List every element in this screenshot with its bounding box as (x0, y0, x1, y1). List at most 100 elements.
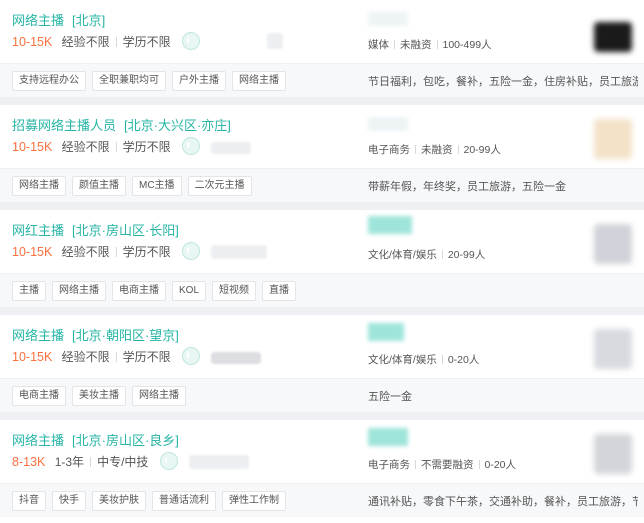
company-logo[interactable] (594, 22, 632, 52)
job-education: 学历不限 (122, 35, 171, 49)
job-requirements: 10-15K 经验不限 学历不限 (12, 32, 284, 50)
job-salary: 10-15K (12, 245, 53, 259)
job-tag: 二次元主播 (187, 176, 252, 196)
job-tag: 网络主播 (12, 176, 66, 196)
job-tag: MC主播 (132, 176, 182, 196)
job-education: 学历不限 (122, 350, 171, 364)
job-title-link[interactable]: 招募网络主播人员 [北京·大兴区·亦庄] (12, 115, 231, 134)
job-card-main[interactable]: 网络主播 [北京·房山区·良乡] 8-13K 1-3年 中专/中技 电子商务 不需要融… (0, 420, 644, 483)
company-logo[interactable] (594, 329, 632, 369)
job-tag: 主播 (12, 281, 46, 301)
job-tags: 网络主播 颜值主播 MC主播 二次元主播 (12, 175, 258, 196)
job-tags: 主播 网络主播 电商主播 KOL 短视频 直播 (12, 280, 302, 301)
job-title-link[interactable]: 网络主播 [北京] (12, 10, 105, 29)
company-size: 20-99人 (447, 249, 486, 261)
job-experience: 经验不限 (61, 35, 110, 49)
job-card-main[interactable]: 网红主播 [北京·房山区·长阳] 10-15K 经验不限 学历不限 文化/体育/娱乐… (0, 210, 644, 273)
job-title-link[interactable]: 网红主播 [北京·房山区·长阳] (12, 220, 179, 239)
job-tag: 户外主播 (172, 71, 226, 91)
recruiter-name (189, 455, 250, 469)
job-tag: 美妆主播 (72, 386, 126, 406)
company-info: 文化/体育/娱乐 20-99人 (368, 247, 485, 262)
job-tag: 全职兼职均可 (92, 71, 166, 91)
job-card-footer: 网络主播 颜值主播 MC主播 二次元主播 带薪年假，年终奖，员工旅游，五险一金 (0, 168, 644, 202)
divider (441, 355, 443, 364)
company-name[interactable] (368, 428, 408, 446)
job-card[interactable]: 招募网络主播人员 [北京·大兴区·亦庄] 10-15K 经验不限 学历不限 电子商务… (0, 105, 644, 202)
company-info: 文化/体育/娱乐 0-20人 (368, 352, 479, 367)
job-location: [北京·朝阳区·望京] (72, 328, 179, 343)
job-card-footer: 支持远程办公 全职兼职均可 户外主播 网络主播 节日福利，包吃，餐补，五险一金，住房补… (0, 63, 644, 97)
company-industry: 文化/体育/娱乐 (368, 354, 437, 366)
divider (115, 37, 117, 47)
company-industry: 电子商务 (368, 144, 410, 156)
company-welfare: 通讯补贴，零食下午茶，交通补助，餐补，员工旅游，节… (368, 496, 638, 508)
job-title[interactable]: 网红主播 (12, 223, 64, 238)
divider (478, 460, 480, 469)
chat-icon[interactable] (182, 137, 201, 155)
job-title[interactable]: 网络主播 (12, 433, 64, 448)
company-industry: 电子商务 (368, 459, 410, 471)
job-tag: 短视频 (212, 281, 257, 301)
job-experience: 经验不限 (61, 140, 110, 154)
job-location: [北京·房山区·良乡] (72, 433, 179, 448)
job-education: 中专/中技 (97, 455, 149, 469)
company-logo[interactable] (594, 119, 632, 159)
job-card[interactable]: 网络主播 [北京] 10-15K 经验不限 学历不限 媒体 未融资 100-499人 支… (0, 0, 644, 97)
company-name[interactable] (368, 12, 408, 26)
chat-icon[interactable] (182, 32, 201, 50)
company-size: 0-20人 (484, 459, 517, 471)
divider (415, 460, 416, 469)
job-title[interactable]: 网络主播 (12, 328, 64, 343)
divider (415, 145, 416, 154)
job-location: [北京·房山区·长阳] (72, 223, 179, 238)
job-card[interactable]: 网络主播 [北京·朝阳区·望京] 10-15K 经验不限 学历不限 文化/体育/娱乐… (0, 315, 644, 412)
job-card[interactable]: 网络主播 [北京·房山区·良乡] 8-13K 1-3年 中专/中技 电子商务 不需要融… (0, 420, 644, 523)
divider (457, 145, 459, 154)
company-name[interactable] (368, 216, 412, 234)
company-welfare: 带薪年假，年终奖，员工旅游，五险一金 (368, 181, 566, 193)
job-card-main[interactable]: 招募网络主播人员 [北京·大兴区·亦庄] 10-15K 经验不限 学历不限 电子商务… (0, 105, 644, 168)
job-location: [北京·大兴区·亦庄] (124, 118, 231, 133)
job-card-main[interactable]: 网络主播 [北京] 10-15K 经验不限 学历不限 媒体 未融资 100-499人 (0, 0, 644, 63)
job-tag: 快手 (52, 491, 86, 511)
job-salary: 8-13K (12, 455, 46, 469)
company-welfare: 节日福利，包吃，餐补，五险一金，住房补贴，员工旅游… (368, 76, 638, 88)
company-industry: 媒体 (368, 39, 389, 51)
job-salary: 10-15K (12, 350, 53, 364)
chat-icon[interactable] (159, 452, 178, 470)
job-tag: 电商主播 (112, 281, 166, 301)
company-welfare: 五险一金 (368, 391, 412, 403)
job-card-footer: 主播 网络主播 电商主播 KOL 短视频 直播 (0, 273, 644, 307)
job-tag: 弹性工作制 (222, 491, 286, 511)
company-logo[interactable] (594, 224, 632, 264)
job-title[interactable]: 招募网络主播人员 (12, 118, 116, 133)
divider (115, 142, 117, 152)
divider (115, 247, 117, 257)
job-title-link[interactable]: 网络主播 [北京·朝阳区·望京] (12, 325, 179, 344)
job-experience: 经验不限 (61, 350, 110, 364)
company-size: 20-99人 (463, 144, 501, 156)
job-tags: 电商主播 美妆主播 网络主播 (12, 385, 192, 406)
recruiter-name (211, 245, 268, 259)
job-card-main[interactable]: 网络主播 [北京·朝阳区·望京] 10-15K 经验不限 学历不限 文化/体育/娱乐… (0, 315, 644, 378)
job-tag: 美妆护肤 (92, 491, 146, 511)
divider (436, 40, 438, 49)
company-name[interactable] (368, 117, 408, 131)
company-name[interactable] (368, 323, 404, 341)
job-salary: 10-15K (12, 35, 53, 49)
job-title-link[interactable]: 网络主播 [北京·房山区·良乡] (12, 430, 179, 449)
job-experience: 1-3年 (54, 455, 85, 469)
job-tags: 支持远程办公 全职兼职均可 户外主播 网络主播 (12, 70, 292, 91)
job-tag: 颜值主播 (72, 176, 126, 196)
chat-icon[interactable] (182, 347, 201, 365)
company-info: 媒体 未融资 100-499人 (368, 37, 492, 52)
company-logo[interactable] (594, 434, 632, 474)
job-title[interactable]: 网络主播 (12, 13, 64, 28)
job-tag: KOL (172, 281, 207, 301)
job-card[interactable]: 网红主播 [北京·房山区·长阳] 10-15K 经验不限 学历不限 文化/体育/娱乐… (0, 210, 644, 307)
divider (90, 457, 92, 467)
company-size: 100-499人 (442, 39, 492, 51)
chat-icon[interactable] (182, 242, 201, 260)
divider (115, 352, 117, 362)
